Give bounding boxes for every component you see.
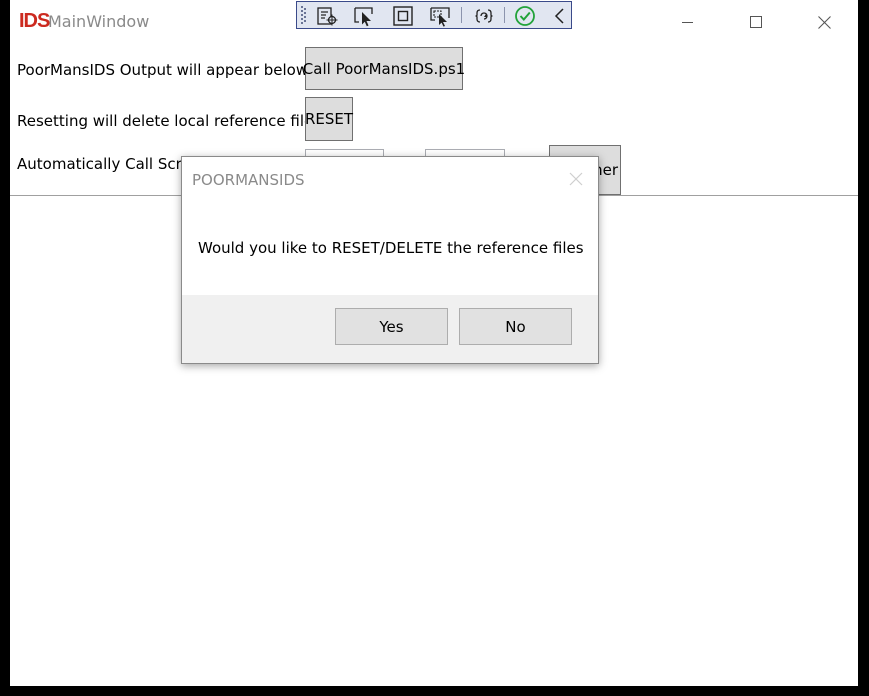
close-icon (817, 15, 831, 29)
live-visual-tree-icon[interactable] (316, 5, 338, 27)
yes-button[interactable]: Yes (335, 308, 448, 345)
binding-failures-ok-icon[interactable] (514, 5, 536, 27)
close-button[interactable] (801, 8, 847, 36)
close-icon[interactable] (568, 171, 584, 187)
auto-call-label: Automatically Call Scrip (17, 155, 196, 173)
minimize-icon (682, 22, 693, 23)
confirm-dialog: POORMANSIDS Would you like to RESET/DELE… (181, 156, 599, 364)
toolbar-separator (461, 7, 462, 23)
debug-toolbar (296, 1, 572, 29)
grip-icon[interactable] (301, 6, 307, 24)
select-element-icon[interactable] (353, 5, 375, 27)
no-button[interactable]: No (459, 308, 572, 345)
dialog-message: Would you like to RESET/DELETE the refer… (198, 239, 584, 257)
maximize-button[interactable] (733, 8, 779, 36)
reset-label: Resetting will delete local reference fi… (17, 112, 322, 130)
window-title: MainWindow (48, 12, 150, 31)
display-layout-adorners-icon[interactable] (392, 5, 414, 27)
minimize-button[interactable] (665, 8, 711, 36)
track-focused-element-icon[interactable] (429, 5, 451, 27)
output-label: PoorMansIDS Output will appear below (17, 61, 309, 79)
hot-reload-icon[interactable] (473, 5, 495, 27)
collapse-toolbar-icon[interactable] (549, 5, 571, 27)
toolbar-separator (504, 7, 505, 23)
dialog-title: POORMANSIDS (192, 171, 305, 189)
reset-button[interactable]: RESET (305, 97, 353, 141)
maximize-icon (750, 16, 762, 28)
call-script-button[interactable]: Call PoorMansIDS.ps1 (303, 47, 465, 90)
app-logo: IDS (19, 10, 50, 32)
